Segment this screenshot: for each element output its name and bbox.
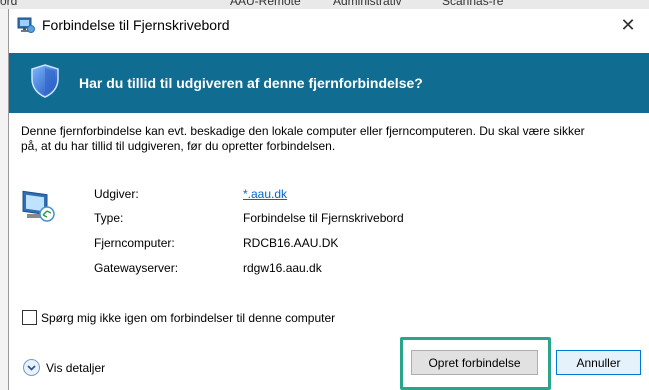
dialog-title: Forbindelse til Fjernskrivebord [42,17,230,33]
chevron-down-icon [27,364,36,371]
remote-connection-dialog: Forbindelse til Fjernskrivebord ✕ Har du… [8,9,649,390]
show-details-label: Vis detaljer [46,360,106,375]
warning-line: Denne fjernforbindelse kan evt. beskadig… [21,124,585,138]
type-value: Forbindelse til Fjernskrivebord [243,211,404,225]
remote-desktop-icon [17,17,35,33]
background-tab: Scannas-re [442,0,504,8]
warning-line: på, at du har tillid til udgiveren, før … [21,139,336,153]
gateway-value: rdgw16.aau.dk [243,261,322,275]
shield-icon [31,64,59,98]
warning-banner: Har du tillid til udgiveren af denne fje… [9,53,649,113]
expand-details-icon[interactable] [23,359,40,376]
background-tab: AAU-Remote [230,0,301,8]
dont-ask-again-label: Spørg mig ikke igen om forbindelser til … [41,310,336,325]
banner-question: Har du tillid til udgiveren af denne fje… [79,75,423,91]
publisher-label: Udgiver: [94,187,139,201]
close-button[interactable]: ✕ [606,9,649,41]
remote-computer-label: Fjerncomputer: [94,236,175,250]
titlebar: Forbindelse til Fjernskrivebord ✕ [9,9,649,41]
show-details-toggle[interactable]: Vis detaljer [23,359,105,376]
type-label: Type: [94,211,124,225]
remote-computer-value: RDCB16.AAU.DK [243,236,339,250]
gateway-label: Gatewayserver: [94,261,179,275]
close-icon: ✕ [620,14,636,35]
background-window-edge [0,9,8,390]
remote-computer-icon [22,190,55,222]
background-tab: Administrativ [333,0,402,8]
background-tab: ord [0,0,18,8]
publisher-link[interactable]: *.aau.dk [243,187,287,201]
cancel-button[interactable]: Annuller [556,350,641,375]
warning-message: Denne fjernforbindelse kan evt. beskadig… [21,124,641,154]
connect-button[interactable]: Opret forbindelse [411,350,538,375]
dont-ask-again-option[interactable]: Spørg mig ikke igen om forbindelser til … [22,310,335,325]
dont-ask-again-checkbox[interactable] [22,310,37,325]
background-window-strip: ord AAU-Remote Administrativ Scannas-re [0,0,649,9]
